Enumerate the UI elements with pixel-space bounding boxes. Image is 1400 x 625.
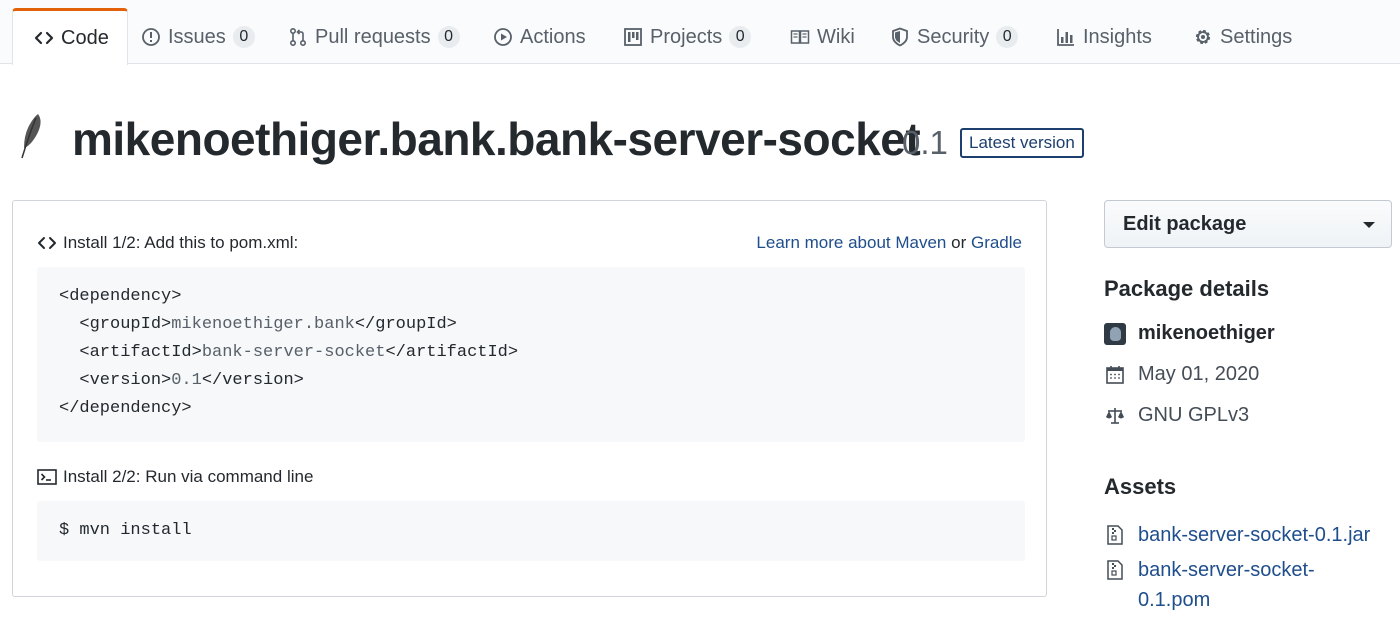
learn-more-maven-link[interactable]: Learn more about Maven <box>756 233 946 252</box>
owner-name[interactable]: mikenoethiger <box>1138 322 1275 345</box>
gear-icon <box>1192 26 1214 48</box>
package-details-heading: Package details <box>1104 276 1270 301</box>
project-icon <box>622 26 644 48</box>
command-line: $ mvn install <box>59 521 192 540</box>
tab-code[interactable]: Code <box>12 8 128 65</box>
repo-nav-tabs: Code Issues 0 Pull requests 0 Actions Pr… <box>0 0 1400 65</box>
pull-request-icon <box>287 26 309 48</box>
package-license: GNU GPLv3 <box>1104 404 1249 427</box>
tab-wiki[interactable]: Wiki <box>789 10 855 64</box>
terminal-icon <box>37 469 57 485</box>
shield-icon <box>889 26 911 48</box>
tab-issues[interactable]: Issues 0 <box>140 10 255 64</box>
group-id-value: mikenoethiger.bank <box>171 315 355 334</box>
install-panel: Install 1/2: Add this to pom.xml: Learn … <box>12 200 1047 597</box>
avatar <box>1104 322 1126 345</box>
feather-icon <box>21 114 41 159</box>
learn-more-or: or <box>951 233 967 252</box>
gradle-link[interactable]: Gradle <box>971 233 1022 252</box>
tab-settings-label: Settings <box>1220 25 1293 48</box>
asset-jar[interactable]: bank-server-socket-0.1.jar <box>1104 520 1370 550</box>
tab-pull-requests[interactable]: Pull requests 0 <box>287 10 460 64</box>
tab-security[interactable]: Security 0 <box>889 10 1019 64</box>
pom-xml-snippet[interactable]: <dependency> <groupId>mikenoethiger.bank… <box>37 267 1025 442</box>
issue-icon <box>140 26 162 48</box>
code-icon <box>33 27 55 49</box>
artifact-id-value: bank-server-socket <box>201 343 386 362</box>
code-icon <box>38 237 56 249</box>
learn-more-text: Learn more about Maven or Gradle <box>756 233 1022 253</box>
file-zip-icon <box>1104 555 1126 585</box>
tab-wiki-label: Wiki <box>817 25 855 48</box>
tab-pull-requests-label: Pull requests <box>315 25 431 48</box>
package-version: 0.1 <box>902 124 948 161</box>
issues-counter: 0 <box>232 26 255 48</box>
latest-version-badge: Latest version <box>960 128 1084 158</box>
calendar-icon <box>1104 364 1126 386</box>
install-step-2-label: Install 2/2: Run via command line <box>63 467 314 486</box>
tab-insights[interactable]: Insights <box>1055 10 1152 64</box>
edit-package-label: Edit package <box>1123 212 1247 235</box>
play-icon <box>492 26 514 48</box>
package-title: mikenoethiger.bank.bank-server-socket <box>72 113 921 165</box>
package-date: May 01, 2020 <box>1104 363 1259 386</box>
tab-settings[interactable]: Settings <box>1192 10 1292 64</box>
tab-security-label: Security <box>917 25 990 48</box>
install-step-2-header: Install 2/2: Run via command line <box>37 467 313 487</box>
code-line: <version>0.1</version> <box>59 371 304 390</box>
version-value: 0.1 <box>171 371 202 390</box>
tab-actions[interactable]: Actions <box>492 10 586 64</box>
code-line: <artifactId>bank-server-socket</artifact… <box>59 343 519 362</box>
tab-projects-label: Projects <box>650 25 723 48</box>
tab-insights-label: Insights <box>1083 25 1152 48</box>
tab-projects[interactable]: Projects 0 <box>622 10 752 64</box>
date-value: May 01, 2020 <box>1138 363 1260 385</box>
install-step-1-label: Install 1/2: Add this to pom.xml: <box>63 233 299 252</box>
tab-actions-label: Actions <box>520 25 586 48</box>
code-line: <dependency> <box>59 287 182 306</box>
tab-code-label: Code <box>61 26 109 49</box>
command-snippet[interactable]: $ mvn install <box>37 501 1025 561</box>
install-step-1-header: Install 1/2: Add this to pom.xml: <box>37 233 298 253</box>
file-zip-icon <box>1104 520 1126 550</box>
code-line: <groupId>mikenoethiger.bank</groupId> <box>59 315 457 334</box>
asset-jar-link[interactable]: bank-server-socket-0.1.jar <box>1138 520 1370 550</box>
security-counter: 0 <box>996 26 1019 48</box>
book-icon <box>789 26 811 48</box>
law-scale-icon <box>1104 405 1126 427</box>
asset-pom[interactable]: bank-server-socket- 0.1.pom <box>1104 555 1315 615</box>
graph-icon <box>1055 26 1077 48</box>
code-line: </dependency> <box>59 399 192 418</box>
tab-issues-label: Issues <box>168 25 226 48</box>
caret-down-icon <box>1363 222 1375 228</box>
package-owner[interactable]: mikenoethiger <box>1104 322 1275 345</box>
assets-heading: Assets <box>1104 474 1177 499</box>
edit-package-button[interactable]: Edit package <box>1104 200 1392 248</box>
license-value: GNU GPLv3 <box>1138 404 1250 426</box>
projects-counter: 0 <box>729 26 752 48</box>
pull-requests-counter: 0 <box>437 26 460 48</box>
asset-pom-link[interactable]: bank-server-socket- 0.1.pom <box>1138 555 1315 615</box>
